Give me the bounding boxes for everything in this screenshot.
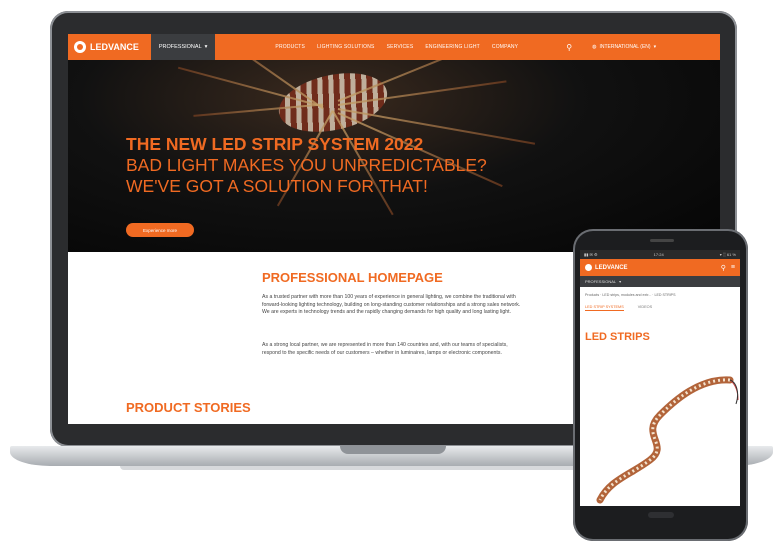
status-battery: ▾ ░ 61 % [719, 252, 736, 257]
ledvance-logo-icon [74, 41, 86, 53]
phone-professional-menu[interactable]: PROFESSIONAL ▾ [580, 276, 740, 287]
nav-link-engineering-light[interactable]: ENGINEERING LIGHT [425, 44, 480, 50]
status-time: 17:24 [653, 252, 664, 257]
tab-led-strip-systems[interactable]: LED STRIP SYSTEMS [585, 305, 624, 311]
chevron-down-icon: ▾ [619, 279, 622, 284]
phone-brand-name: LEDVANCE [595, 264, 628, 271]
top-nav: LEDVANCE PROFESSIONAL ▾ PRODUCTS LIGHTIN… [68, 34, 720, 60]
nav-link-company[interactable]: COMPANY [492, 44, 518, 50]
led-strip-image [596, 376, 739, 504]
phone-page-title: LED STRIPS [585, 331, 650, 343]
intro-paragraph: As a trusted partner with more than 100 … [262, 294, 521, 315]
hero-line-2: BAD LIGHT MAKES YOU UNPREDICTABLE? [126, 155, 487, 175]
laptop-notch [340, 446, 446, 454]
phone-tabs: LED STRIP SYSTEMS VIDEOS [580, 297, 740, 311]
nav-link-products[interactable]: PRODUCTS [275, 44, 305, 50]
brand-logo[interactable]: LEDVANCE [68, 34, 145, 60]
phone-speaker [650, 239, 674, 242]
brand-name: LEDVANCE [90, 42, 139, 52]
phone-status-bar: ▮▮ ✉ ⚙ 17:24 ▾ ░ 61 % [580, 250, 740, 259]
nav-links: PRODUCTS LIGHTING SOLUTIONS SERVICES ENG… [275, 44, 518, 50]
hero-banner: THE NEW LED STRIP SYSTEM 2022 BAD LIGHT … [68, 60, 720, 252]
hero-line-1: THE NEW LED STRIP SYSTEM 2022 [126, 134, 424, 154]
intro-paragraph-2: As a strong local partner, we are repres… [262, 342, 508, 356]
hero-line-3: WE'VE GOT A SOLUTION FOR THAT! [126, 176, 428, 196]
phone-nav: LEDVANCE ⚲ ≡ [580, 259, 740, 276]
chevron-down-icon: ▾ [653, 44, 657, 50]
breadcrumb[interactable]: Products · LED strips, modules and extr.… [580, 287, 740, 297]
ledvance-logo-icon [585, 264, 592, 271]
phone-professional-label: PROFESSIONAL [585, 279, 617, 284]
search-icon[interactable]: ⚲ [566, 43, 572, 52]
phone-brand-logo[interactable]: LEDVANCE [585, 264, 628, 271]
menu-icon[interactable]: ≡ [731, 264, 735, 272]
hero-headline: THE NEW LED STRIP SYSTEM 2022 BAD LIGHT … [126, 134, 487, 197]
globe-icon: ◍ [592, 44, 597, 50]
tab-videos[interactable]: VIDEOS [638, 305, 652, 311]
professional-menu[interactable]: PROFESSIONAL ▾ [150, 34, 216, 60]
laptop-foot [120, 466, 640, 470]
section-title: PROFESSIONAL HOMEPAGE [262, 270, 443, 285]
professional-menu-label: PROFESSIONAL [158, 44, 202, 50]
phone-nav-icons: ⚲ ≡ [721, 264, 735, 272]
phone-screen: ▮▮ ✉ ⚙ 17:24 ▾ ░ 61 % LEDVANCE ⚲ ≡ PROFE… [580, 250, 740, 506]
product-stories-title: PRODUCT STORIES [126, 400, 251, 415]
nav-link-services[interactable]: SERVICES [387, 44, 414, 50]
phone-home-button[interactable] [648, 512, 674, 518]
nav-link-lighting-solutions[interactable]: LIGHTING SOLUTIONS [317, 44, 375, 50]
country-selector[interactable]: ◍ INTERNATIONAL (EN) ▾ [592, 44, 656, 50]
country-label: INTERNATIONAL (EN) [599, 44, 651, 50]
status-icons: ▮▮ ✉ ⚙ [584, 252, 598, 257]
search-icon[interactable]: ⚲ [721, 264, 726, 272]
experience-more-button[interactable]: Experience more [126, 223, 194, 237]
chevron-down-icon: ▾ [204, 44, 208, 50]
